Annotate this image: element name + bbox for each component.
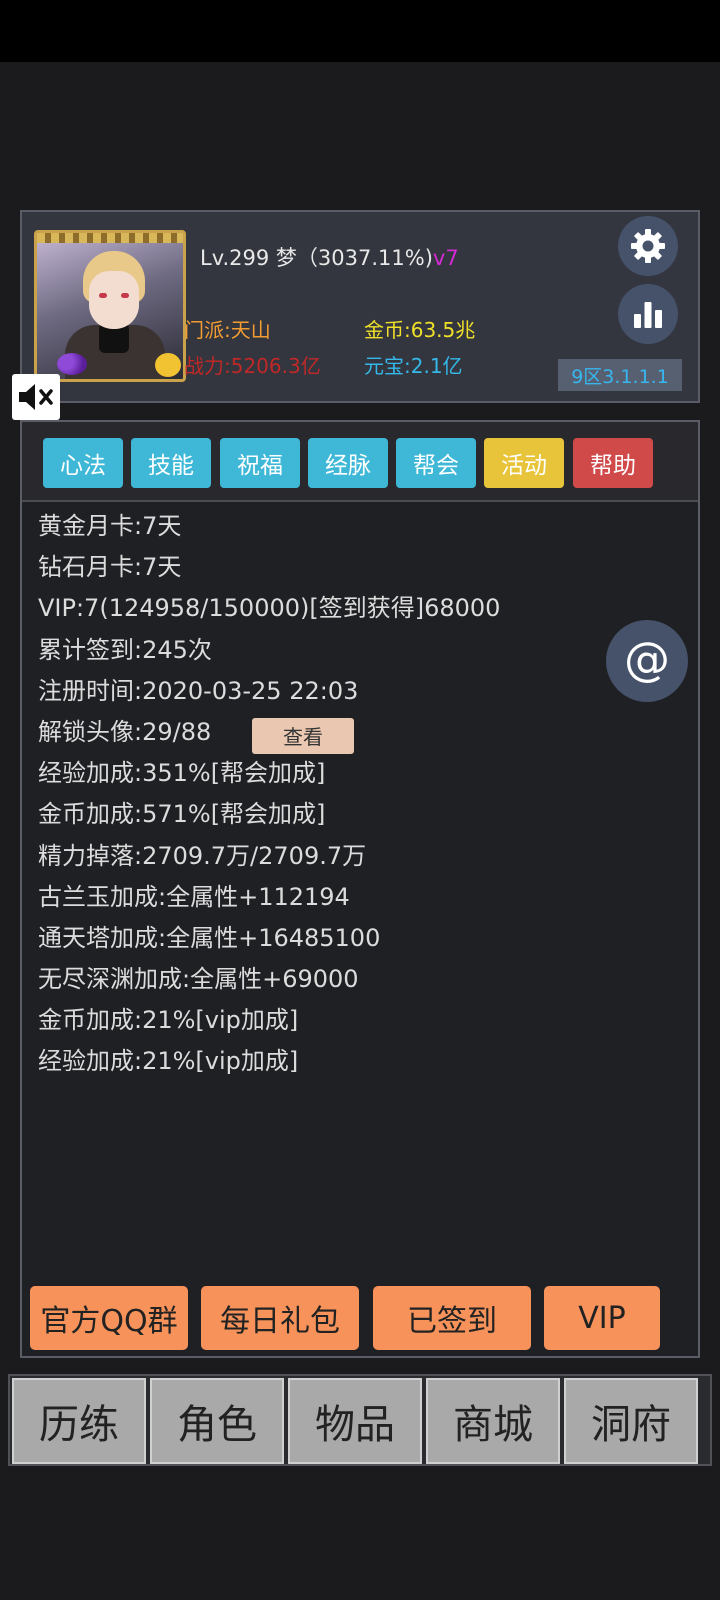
player-sect: 门派:天山	[184, 318, 271, 342]
nav-character[interactable]: 角色	[150, 1378, 284, 1464]
tab-events[interactable]: 活动	[484, 438, 564, 488]
tab-guild[interactable]: 帮会	[396, 438, 476, 488]
settings-button[interactable]	[618, 216, 678, 276]
info-gold-bonus-guild: 金币加成:571%[帮会加成]	[38, 800, 326, 829]
info-energy-drop: 精力掉落:2709.7万/2709.7万	[38, 841, 367, 870]
official-qq-group-button[interactable]: 官方QQ群	[30, 1286, 188, 1350]
info-abyss-bonus: 无尽深渊加成:全属性+69000	[38, 965, 359, 994]
vip-tag: v7	[432, 246, 459, 270]
info-unlocked-avatars: 解锁头像:29/88	[38, 717, 212, 746]
info-gold-card: 黄金月卡:7天	[38, 512, 182, 540]
tab-row: 心法 技能 祝福 经脉 帮会 活动 帮助	[22, 422, 698, 502]
apple-decoration	[155, 353, 181, 377]
avatar-eye-left	[99, 293, 107, 298]
svg-text:@: @	[624, 633, 670, 686]
bottom-nav: 历练 角色 物品 商城 洞府	[8, 1374, 712, 1466]
avatar-frame	[37, 233, 183, 243]
avatar-face	[89, 271, 139, 329]
player-card: Lv.299 梦（3037.11%)v7 门派:天山 战力:5206.3亿 金币…	[20, 210, 700, 403]
tab-skills[interactable]: 技能	[131, 438, 211, 488]
view-avatars-button[interactable]: 查看	[252, 717, 354, 754]
nav-cave[interactable]: 洞府	[564, 1378, 698, 1464]
nav-shop[interactable]: 商城	[426, 1378, 560, 1464]
avatar-eye-right	[121, 293, 129, 298]
info-diamond-card: 钻石月卡:7天	[38, 553, 182, 582]
player-yuanbao: 元宝:2.1亿	[364, 354, 463, 378]
info-gulan-jade-bonus: 古兰玉加成:全属性+112194	[38, 882, 350, 911]
tab-blessing[interactable]: 祝福	[220, 438, 300, 488]
bar-chart-icon	[634, 302, 662, 328]
tab-help[interactable]: 帮助	[573, 438, 653, 488]
info-vip-progress: VIP:7(124958/150000)[签到获得]68000	[38, 594, 501, 623]
info-register-time: 注册时间:2020-03-25 22:03	[38, 676, 359, 705]
player-level: Lv.299 梦（3037.11%)	[200, 246, 433, 270]
at-button[interactable]: @	[606, 620, 688, 702]
daily-gift-button[interactable]: 每日礼包	[201, 1286, 359, 1350]
info-exp-bonus-vip: 经验加成:21%[vip加成]	[38, 1047, 299, 1076]
info-avatar-row: 解锁头像:29/88 查看	[38, 712, 500, 754]
bottom-actions: 官方QQ群 每日礼包 已签到 VIP	[22, 1286, 698, 1356]
info-list: 黄金月卡:7天 钻石月卡:7天 VIP:7(124958/150000)[签到获…	[38, 506, 500, 1083]
vip-button[interactable]: VIP	[544, 1286, 660, 1350]
main-panel: 心法 技能 祝福 经脉 帮会 活动 帮助 黄金月卡:7天 钻石月卡:7天 VIP…	[20, 420, 700, 1358]
status-bar	[0, 0, 720, 62]
tab-xinfa[interactable]: 心法	[43, 438, 123, 488]
player-level-line: Lv.299 梦（3037.11%)v7	[200, 242, 459, 272]
grapes-decoration	[57, 353, 87, 375]
info-exp-bonus-guild: 经验加成:351%[帮会加成]	[38, 759, 326, 788]
nav-items[interactable]: 物品	[288, 1378, 422, 1464]
tab-meridians[interactable]: 经脉	[308, 438, 388, 488]
gear-icon	[631, 229, 665, 263]
player-power: 战力:5206.3亿	[184, 354, 321, 378]
stats-button[interactable]	[618, 284, 678, 344]
player-avatar[interactable]	[34, 230, 186, 382]
at-sign-icon: @	[624, 633, 670, 686]
mute-button[interactable]	[12, 374, 60, 420]
server-badge: 9区3.1.1.1	[558, 359, 682, 391]
info-gold-bonus-vip: 金币加成:21%[vip加成]	[38, 1006, 299, 1035]
nav-training[interactable]: 历练	[12, 1378, 146, 1464]
info-tower-bonus: 通天塔加成:全属性+16485100	[38, 923, 381, 952]
info-total-checkins: 累计签到:245次	[38, 635, 212, 664]
checked-in-button[interactable]: 已签到	[373, 1286, 531, 1350]
speaker-muted-icon	[19, 384, 53, 410]
player-gold: 金币:63.5兆	[364, 318, 476, 342]
